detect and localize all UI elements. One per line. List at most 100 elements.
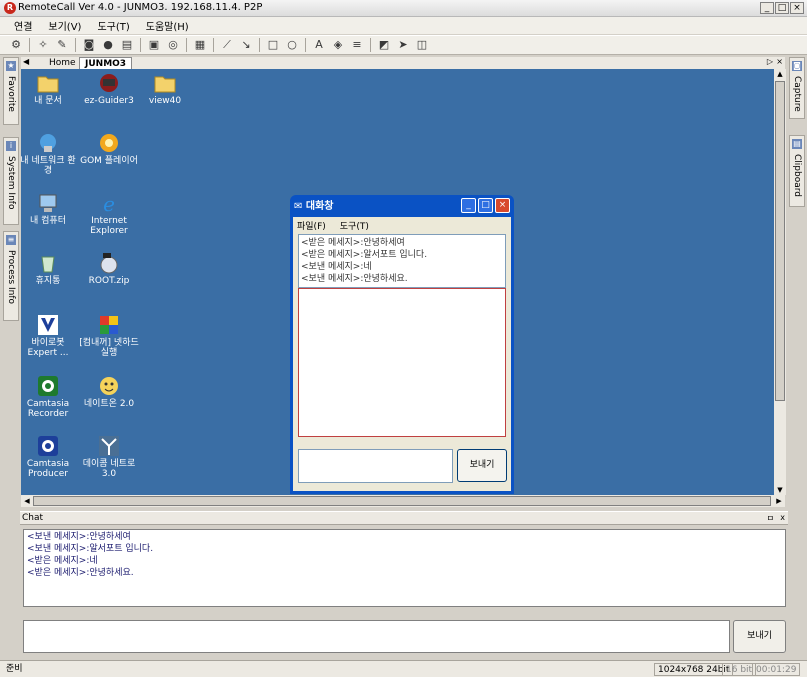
horizontal-scroll-thumb[interactable] bbox=[33, 496, 771, 506]
dialog-menu-tools[interactable]: 도구(T) bbox=[340, 219, 369, 232]
dialog-message: <보낸 메세지>:네 bbox=[301, 262, 372, 272]
dialog-chat-area bbox=[298, 288, 506, 437]
tab-favorite[interactable]: ★ Favorite bbox=[3, 57, 19, 125]
desktop-icon-label: [컴내꺼] 넷하드실행 bbox=[79, 338, 139, 358]
menu-tools[interactable]: 도구(T) bbox=[89, 18, 137, 33]
title-bar: R RemoteCall Ver 4.0 - JUNMO3. 192.168.1… bbox=[0, 0, 807, 17]
eraser-icon[interactable]: ◩ bbox=[376, 37, 392, 53]
settings-icon[interactable]: ✧ bbox=[35, 37, 51, 53]
remote-chat-dialog: ✉ 대화창 _ □ × 파일(F) 도구(T) <받은 메세지>:안녕하세여 <… bbox=[290, 195, 514, 494]
capture-icon: ◙ bbox=[792, 61, 802, 71]
vertical-scroll-thumb[interactable] bbox=[775, 81, 785, 401]
scroll-right-icon[interactable]: ▶ bbox=[774, 496, 784, 506]
tab-capture[interactable]: ◙ Capture bbox=[789, 57, 805, 119]
lock-icon[interactable]: ◎ bbox=[165, 37, 181, 53]
folder-icon bbox=[154, 76, 176, 93]
dialog-send-button[interactable]: 보내기 bbox=[457, 449, 507, 482]
drive-icon[interactable]: ▣ bbox=[146, 37, 162, 53]
dialog-title-text: 대화창 bbox=[305, 201, 334, 212]
folder-icon bbox=[37, 76, 59, 93]
menu-help[interactable]: 도움말(H) bbox=[138, 18, 197, 33]
desktop-icon-ez-guider3[interactable]: ez-Guider3 bbox=[79, 72, 139, 106]
tab-system-info[interactable]: i System Info bbox=[3, 137, 19, 225]
favorite-icon: ★ bbox=[6, 61, 16, 71]
fill-icon[interactable]: ◈ bbox=[330, 37, 346, 53]
desktop-icon-virobot[interactable]: 바이로봇 Expert ... bbox=[21, 314, 78, 358]
desktop-icon-my-computer[interactable]: 내 컴퓨터 bbox=[21, 192, 78, 226]
connect-icon[interactable]: ⚙ bbox=[8, 37, 24, 53]
desktop-vertical-scrollbar[interactable]: ▲ ▼ bbox=[774, 69, 786, 495]
pin-icon[interactable]: ㅁ bbox=[767, 513, 774, 524]
menu-view[interactable]: 보기(V) bbox=[40, 18, 89, 33]
desktop-icon-my-documents[interactable]: 내 문서 bbox=[21, 72, 78, 106]
arrow-icon[interactable]: ↘ bbox=[238, 37, 254, 53]
desktop-icon-gom-player[interactable]: GOM 플레이어 bbox=[79, 132, 139, 166]
status-time: 00:01:29 bbox=[752, 663, 801, 676]
chat-log: <보낸 메세지>:안녕하세여 <보낸 메세지>:알서포트 입니다. <받은 메세… bbox=[23, 529, 786, 607]
desktop-icon-recycle-bin[interactable]: 휴지통 bbox=[21, 252, 78, 286]
chat-close-icon[interactable]: x bbox=[780, 513, 785, 522]
line-icon[interactable]: ⟋ bbox=[219, 37, 235, 53]
desktop-icon-label: 휴지통 bbox=[35, 276, 61, 286]
tab-scroll-right-icon[interactable]: ▷ bbox=[767, 57, 773, 66]
tab-clipboard[interactable]: ▤ Clipboard bbox=[789, 135, 805, 207]
tab-favorite-label: Favorite bbox=[6, 76, 16, 112]
toolbar-separator bbox=[29, 38, 30, 52]
desktop-icon-camtasia-producer[interactable]: Camtasia Producer bbox=[21, 435, 78, 479]
pen-icon[interactable]: ✎ bbox=[54, 37, 70, 53]
scroll-left-icon[interactable]: ◀ bbox=[22, 496, 32, 506]
tab-home[interactable]: Home bbox=[44, 57, 81, 69]
chat-bubble-icon: ✉ bbox=[294, 201, 303, 212]
pointer-icon[interactable]: ➤ bbox=[395, 37, 411, 53]
chat-message: <받은 메세지>:안녕하세요. bbox=[27, 568, 134, 578]
line-width-icon[interactable]: ≡ bbox=[349, 37, 365, 53]
printer-icon[interactable]: ▤ bbox=[119, 37, 135, 53]
grid-icon[interactable]: ▦ bbox=[192, 37, 208, 53]
dialog-message-input[interactable] bbox=[298, 449, 453, 483]
toolbar-separator bbox=[140, 38, 141, 52]
chat-input[interactable] bbox=[23, 620, 730, 653]
desktop-icon-nateon[interactable]: 네이트온 2.0 bbox=[79, 375, 139, 409]
maximize-button[interactable]: □ bbox=[775, 2, 789, 14]
dialog-close-button[interactable]: × bbox=[495, 198, 510, 213]
desktop-horizontal-scrollbar[interactable]: ◀ ▶ bbox=[21, 495, 785, 507]
text-icon[interactable]: A bbox=[311, 37, 327, 53]
desktop-icon-camtasia-recorder[interactable]: Camtasia Recorder bbox=[21, 375, 78, 419]
close-button[interactable]: × bbox=[790, 2, 804, 14]
toolbar: ⚙ ✧ ✎ ◙ ● ▤ ▣ ◎ ▦ ⟋ ↘ □ ○ A ◈ ≡ ◩ ➤ ◫ bbox=[0, 35, 807, 55]
tab-junmo3[interactable]: JUNMO3 bbox=[79, 57, 133, 69]
desktop-icon-nethard[interactable]: [컴내꺼] 넷하드실행 bbox=[79, 314, 139, 358]
desktop-icon-internet-explorer[interactable]: e Internet Explorer bbox=[79, 192, 139, 236]
desktop-icon-label: GOM 플레이어 bbox=[80, 156, 138, 166]
tab-process-info[interactable]: ≡ Process Info bbox=[3, 231, 19, 321]
scroll-up-icon[interactable]: ▲ bbox=[775, 69, 785, 79]
dialog-maximize-button[interactable]: □ bbox=[478, 198, 493, 213]
desktop-icon-label: Camtasia Producer bbox=[26, 459, 70, 479]
chat-send-button[interactable]: 보내기 bbox=[733, 620, 786, 653]
dialog-minimize-button[interactable]: _ bbox=[461, 198, 476, 213]
dialog-body: 파일(F) 도구(T) <받은 메세지>:안녕하세여 <받은 메세지>:알서포트… bbox=[293, 217, 511, 491]
scroll-down-icon[interactable]: ▼ bbox=[775, 485, 785, 495]
desktop-icon-network[interactable]: 내 네트워크 환경 bbox=[21, 132, 78, 176]
ellipse-icon[interactable]: ○ bbox=[284, 37, 300, 53]
virobot-icon bbox=[38, 315, 58, 335]
screen-icon[interactable]: ◫ bbox=[414, 37, 430, 53]
menu-connect[interactable]: 연결 bbox=[6, 18, 40, 33]
nethard-icon bbox=[100, 316, 118, 334]
tab-process-info-label: Process Info bbox=[6, 250, 16, 305]
minimize-button[interactable]: _ bbox=[760, 2, 774, 14]
camera-icon[interactable]: ◙ bbox=[81, 37, 97, 53]
gom-icon bbox=[100, 134, 118, 152]
record-icon[interactable]: ● bbox=[100, 37, 116, 53]
toolbar-separator bbox=[370, 38, 371, 52]
desktop-icon-view40[interactable]: view40 bbox=[135, 72, 195, 106]
ezguider-icon bbox=[100, 74, 118, 92]
desktop-icon-root-zip[interactable]: ROOT.zip bbox=[79, 252, 139, 286]
desktop-icon-label: 내 네트워크 환경 bbox=[21, 156, 76, 176]
rectangle-icon[interactable]: □ bbox=[265, 37, 281, 53]
desktop-icon-dacom[interactable]: 데이콤 네트로 3.0 bbox=[79, 435, 139, 479]
dialog-menu-file[interactable]: 파일(F) bbox=[297, 219, 326, 232]
tab-scroll-left-icon[interactable]: ◀ bbox=[23, 57, 29, 66]
tab-close-icon[interactable]: × bbox=[776, 57, 783, 66]
dacom-icon bbox=[99, 436, 119, 456]
